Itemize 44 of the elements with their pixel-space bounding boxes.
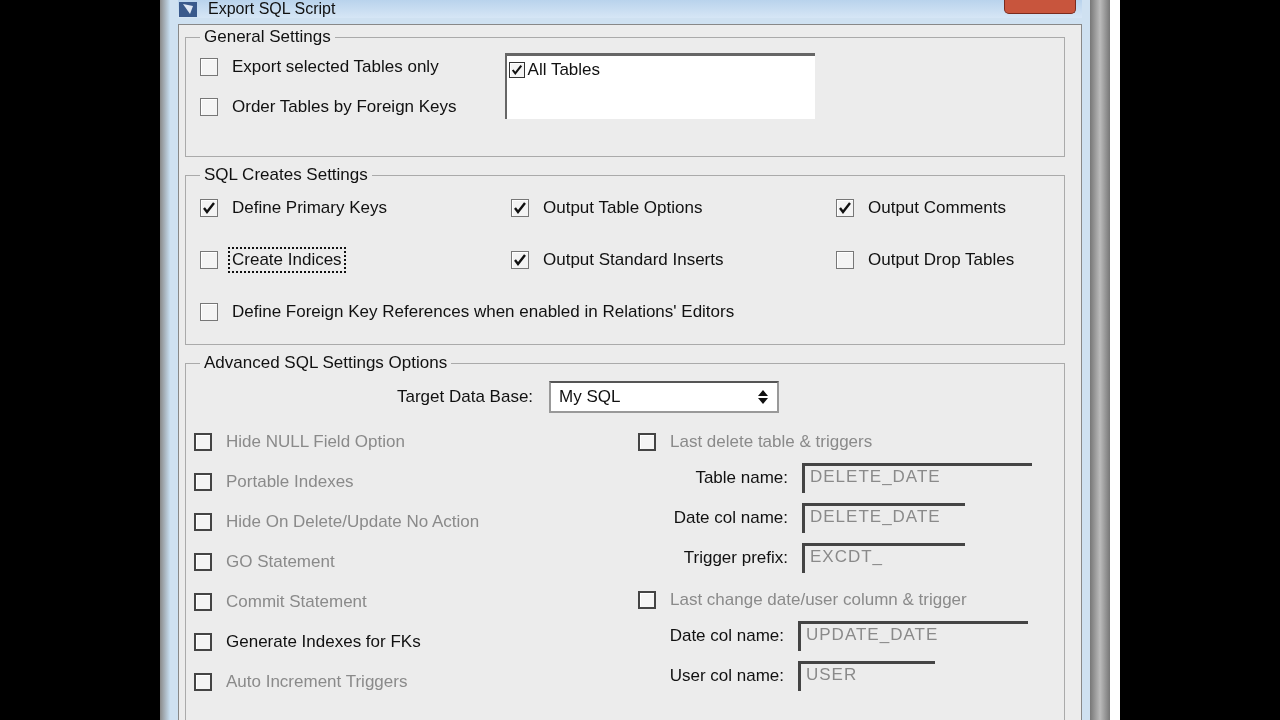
checkbox-label: Generate Indexes for FKs bbox=[226, 632, 421, 652]
field-label: Table name: bbox=[694, 468, 788, 488]
checkbox-label: GO Statement bbox=[226, 552, 335, 572]
checkbox-label: Output Standard Inserts bbox=[542, 249, 725, 271]
field-label: Trigger prefix: bbox=[682, 548, 788, 568]
checkbox-label: Output Comments bbox=[867, 197, 1007, 219]
checkbox-label: Order Tables by Foreign Keys bbox=[232, 97, 457, 117]
checkbox-label: Export selected Tables only bbox=[232, 57, 439, 77]
checkbox-label: Hide NULL Field Option bbox=[226, 432, 405, 452]
checkbox[interactable] bbox=[200, 303, 218, 321]
checkbox[interactable] bbox=[200, 58, 218, 76]
scrollbar[interactable] bbox=[1090, 0, 1110, 720]
window-title: Export SQL Script bbox=[208, 0, 336, 18]
checkbox-label: Create Indices bbox=[228, 247, 346, 273]
checkbox-label: Last change date/user column & trigger bbox=[670, 590, 967, 610]
checkbox-label: Define Primary Keys bbox=[231, 197, 388, 219]
checkbox[interactable] bbox=[194, 633, 212, 651]
checkbox[interactable] bbox=[508, 62, 525, 78]
field-label: Date col name: bbox=[668, 626, 784, 646]
checkbox[interactable] bbox=[200, 199, 218, 217]
checkbox[interactable] bbox=[511, 199, 529, 217]
checkbox[interactable] bbox=[511, 251, 529, 269]
checkbox-label: Portable Indexes bbox=[226, 472, 354, 492]
checkbox-label: Output Drop Tables bbox=[867, 249, 1016, 271]
list-item[interactable]: All Tables bbox=[527, 60, 601, 80]
field-label: Target Data Base: bbox=[397, 387, 534, 407]
checkbox-label: Define Foreign Key References when enabled in Relations' Editors bbox=[231, 301, 736, 323]
checkbox[interactable] bbox=[836, 199, 854, 217]
checkbox-label: Commit Statement bbox=[226, 592, 367, 612]
database-dropdown[interactable]: My SQL bbox=[549, 381, 780, 413]
checkbox-label: Hide On Delete/Update No Action bbox=[226, 512, 480, 532]
field-label: Date col name: bbox=[672, 508, 788, 528]
group-title: General Settings bbox=[203, 27, 332, 47]
checkbox-label: Last delete table & triggers bbox=[670, 432, 873, 452]
up-down-arrows-icon bbox=[757, 389, 770, 405]
checkbox[interactable] bbox=[200, 251, 218, 269]
field-label: User col name: bbox=[668, 666, 784, 686]
checkbox[interactable] bbox=[836, 251, 854, 269]
checkbox-label: Auto Increment Triggers bbox=[226, 672, 408, 692]
group-title: SQL Creates Settings bbox=[203, 165, 369, 185]
app-icon bbox=[178, 2, 198, 18]
checkbox[interactable] bbox=[200, 98, 218, 116]
checkbox-label: Output Table Options bbox=[542, 197, 704, 219]
group-title: Advanced SQL Settings Options bbox=[203, 353, 449, 373]
